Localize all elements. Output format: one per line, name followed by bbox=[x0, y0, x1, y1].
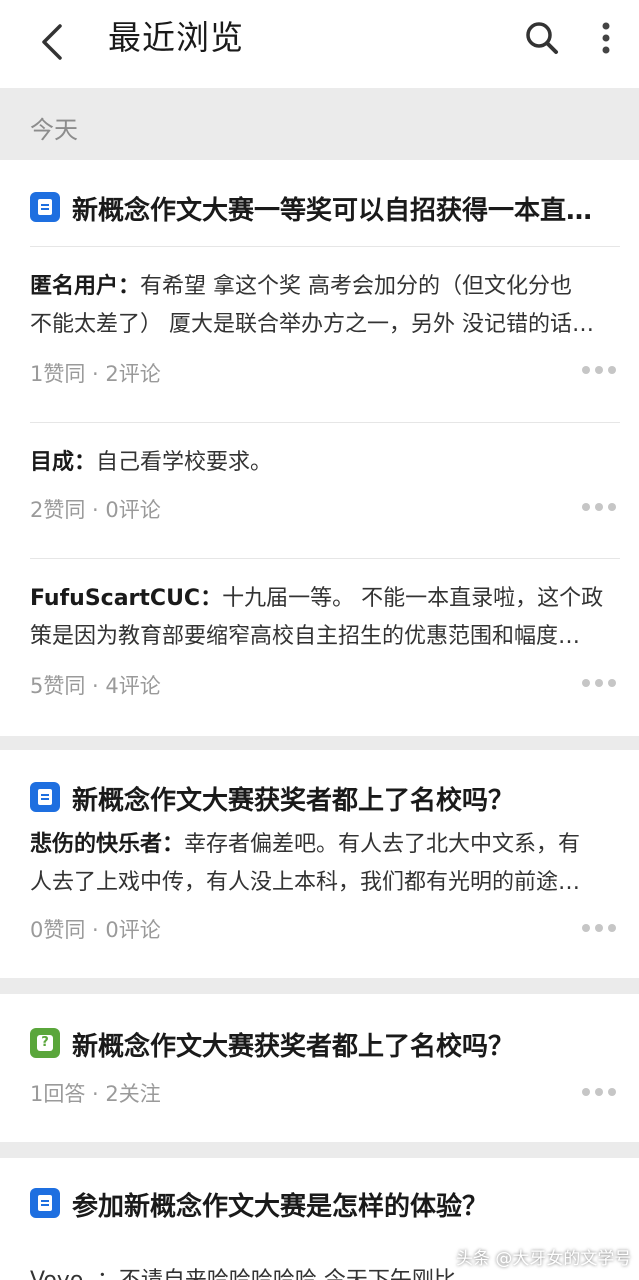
top-bar: 最近浏览 bbox=[0, 0, 639, 88]
answer-author: FufuScartCUC： bbox=[30, 586, 223, 611]
answer-text: 自己看学校要求。 bbox=[96, 450, 273, 475]
answer-meta: 1赞同 · 2评论 bbox=[30, 362, 161, 386]
article-icon bbox=[30, 782, 60, 812]
more-options-icon[interactable] bbox=[582, 1086, 616, 1098]
more-options-icon[interactable] bbox=[582, 364, 616, 376]
answer-text: 十九届一等。 不能一本直录啦，这个政 bbox=[222, 586, 604, 611]
answer-excerpt[interactable]: 悲伤的快乐者：幸存者偏差吧。有人去了北大中文系，有 人去了上戏中传，有人没上本科… bbox=[30, 826, 620, 902]
answer-author: 悲伤的快乐者： bbox=[30, 832, 185, 857]
answer-text-line2: 策是因为教育部要缩窄高校自主招生的优惠范围和幅度… bbox=[30, 624, 581, 649]
question-meta: 1回答 · 2关注 bbox=[30, 1082, 161, 1106]
answer-text: 有希望 拿这个奖 高考会加分的（但文化分也 bbox=[140, 274, 573, 299]
question-title[interactable]: 新概念作文大赛获奖者都上了名校吗？ bbox=[72, 780, 617, 817]
divider bbox=[30, 246, 620, 247]
answer-text: 幸存者偏差吧。有人去了北大中文系，有 bbox=[184, 832, 581, 857]
more-options-icon[interactable] bbox=[582, 501, 616, 513]
divider bbox=[30, 558, 620, 559]
article-icon bbox=[30, 1188, 60, 1218]
answer-author: 目成： bbox=[30, 450, 97, 475]
page-title: 最近浏览 bbox=[108, 18, 244, 57]
history-card[interactable]: ? 新概念作文大赛获奖者都上了名校吗？ 1回答 · 2关注 bbox=[0, 994, 639, 1142]
answer-text-line2: 人去了上戏中传，有人没上本科，我们都有光明的前途… bbox=[30, 870, 581, 895]
search-icon[interactable] bbox=[518, 14, 566, 62]
back-arrow-icon[interactable] bbox=[28, 18, 76, 66]
question-icon: ? bbox=[30, 1028, 60, 1058]
more-vertical-icon[interactable] bbox=[584, 14, 628, 62]
more-options-icon[interactable] bbox=[582, 677, 616, 689]
more-options-icon[interactable] bbox=[582, 922, 616, 934]
history-card[interactable]: 新概念作文大赛一等奖可以自招获得一本直… 匿名用户：有希望 拿这个奖 高考会加分… bbox=[0, 160, 639, 736]
answer-meta: 0赞同 · 0评论 bbox=[30, 918, 161, 942]
section-header-today: 今天 bbox=[0, 88, 639, 160]
answer-text-line2: 不能太差了） 厦大是联合举办方之一，另外 没记错的话… bbox=[30, 312, 594, 337]
section-label: 今天 bbox=[30, 116, 78, 144]
answer-excerpt[interactable]: 目成：自己看学校要求。 bbox=[30, 444, 620, 482]
divider bbox=[30, 422, 620, 423]
answer-meta: 5赞同 · 4评论 bbox=[30, 674, 161, 698]
question-title[interactable]: 新概念作文大赛获奖者都上了名校吗？ bbox=[72, 1026, 617, 1063]
answer-excerpt[interactable]: FufuScartCUC：十九届一等。 不能一本直录啦，这个政 策是因为教育部要… bbox=[30, 580, 620, 656]
watermark: 头条 @大牙女的文学号 bbox=[456, 1249, 632, 1269]
answer-excerpt[interactable]: 匿名用户：有希望 拿这个奖 高考会加分的（但文化分也 不能太差了） 厦大是联合举… bbox=[30, 268, 620, 344]
article-icon bbox=[30, 192, 60, 222]
history-card[interactable]: 新概念作文大赛获奖者都上了名校吗？ 悲伤的快乐者：幸存者偏差吧。有人去了北大中文… bbox=[0, 750, 639, 978]
question-title[interactable]: 新概念作文大赛一等奖可以自招获得一本直… bbox=[72, 190, 617, 227]
answer-meta: 2赞同 · 0评论 bbox=[30, 498, 161, 522]
answer-author: 匿名用户： bbox=[30, 274, 141, 299]
question-title[interactable]: 参加新概念作文大赛是怎样的体验？ bbox=[72, 1186, 617, 1223]
